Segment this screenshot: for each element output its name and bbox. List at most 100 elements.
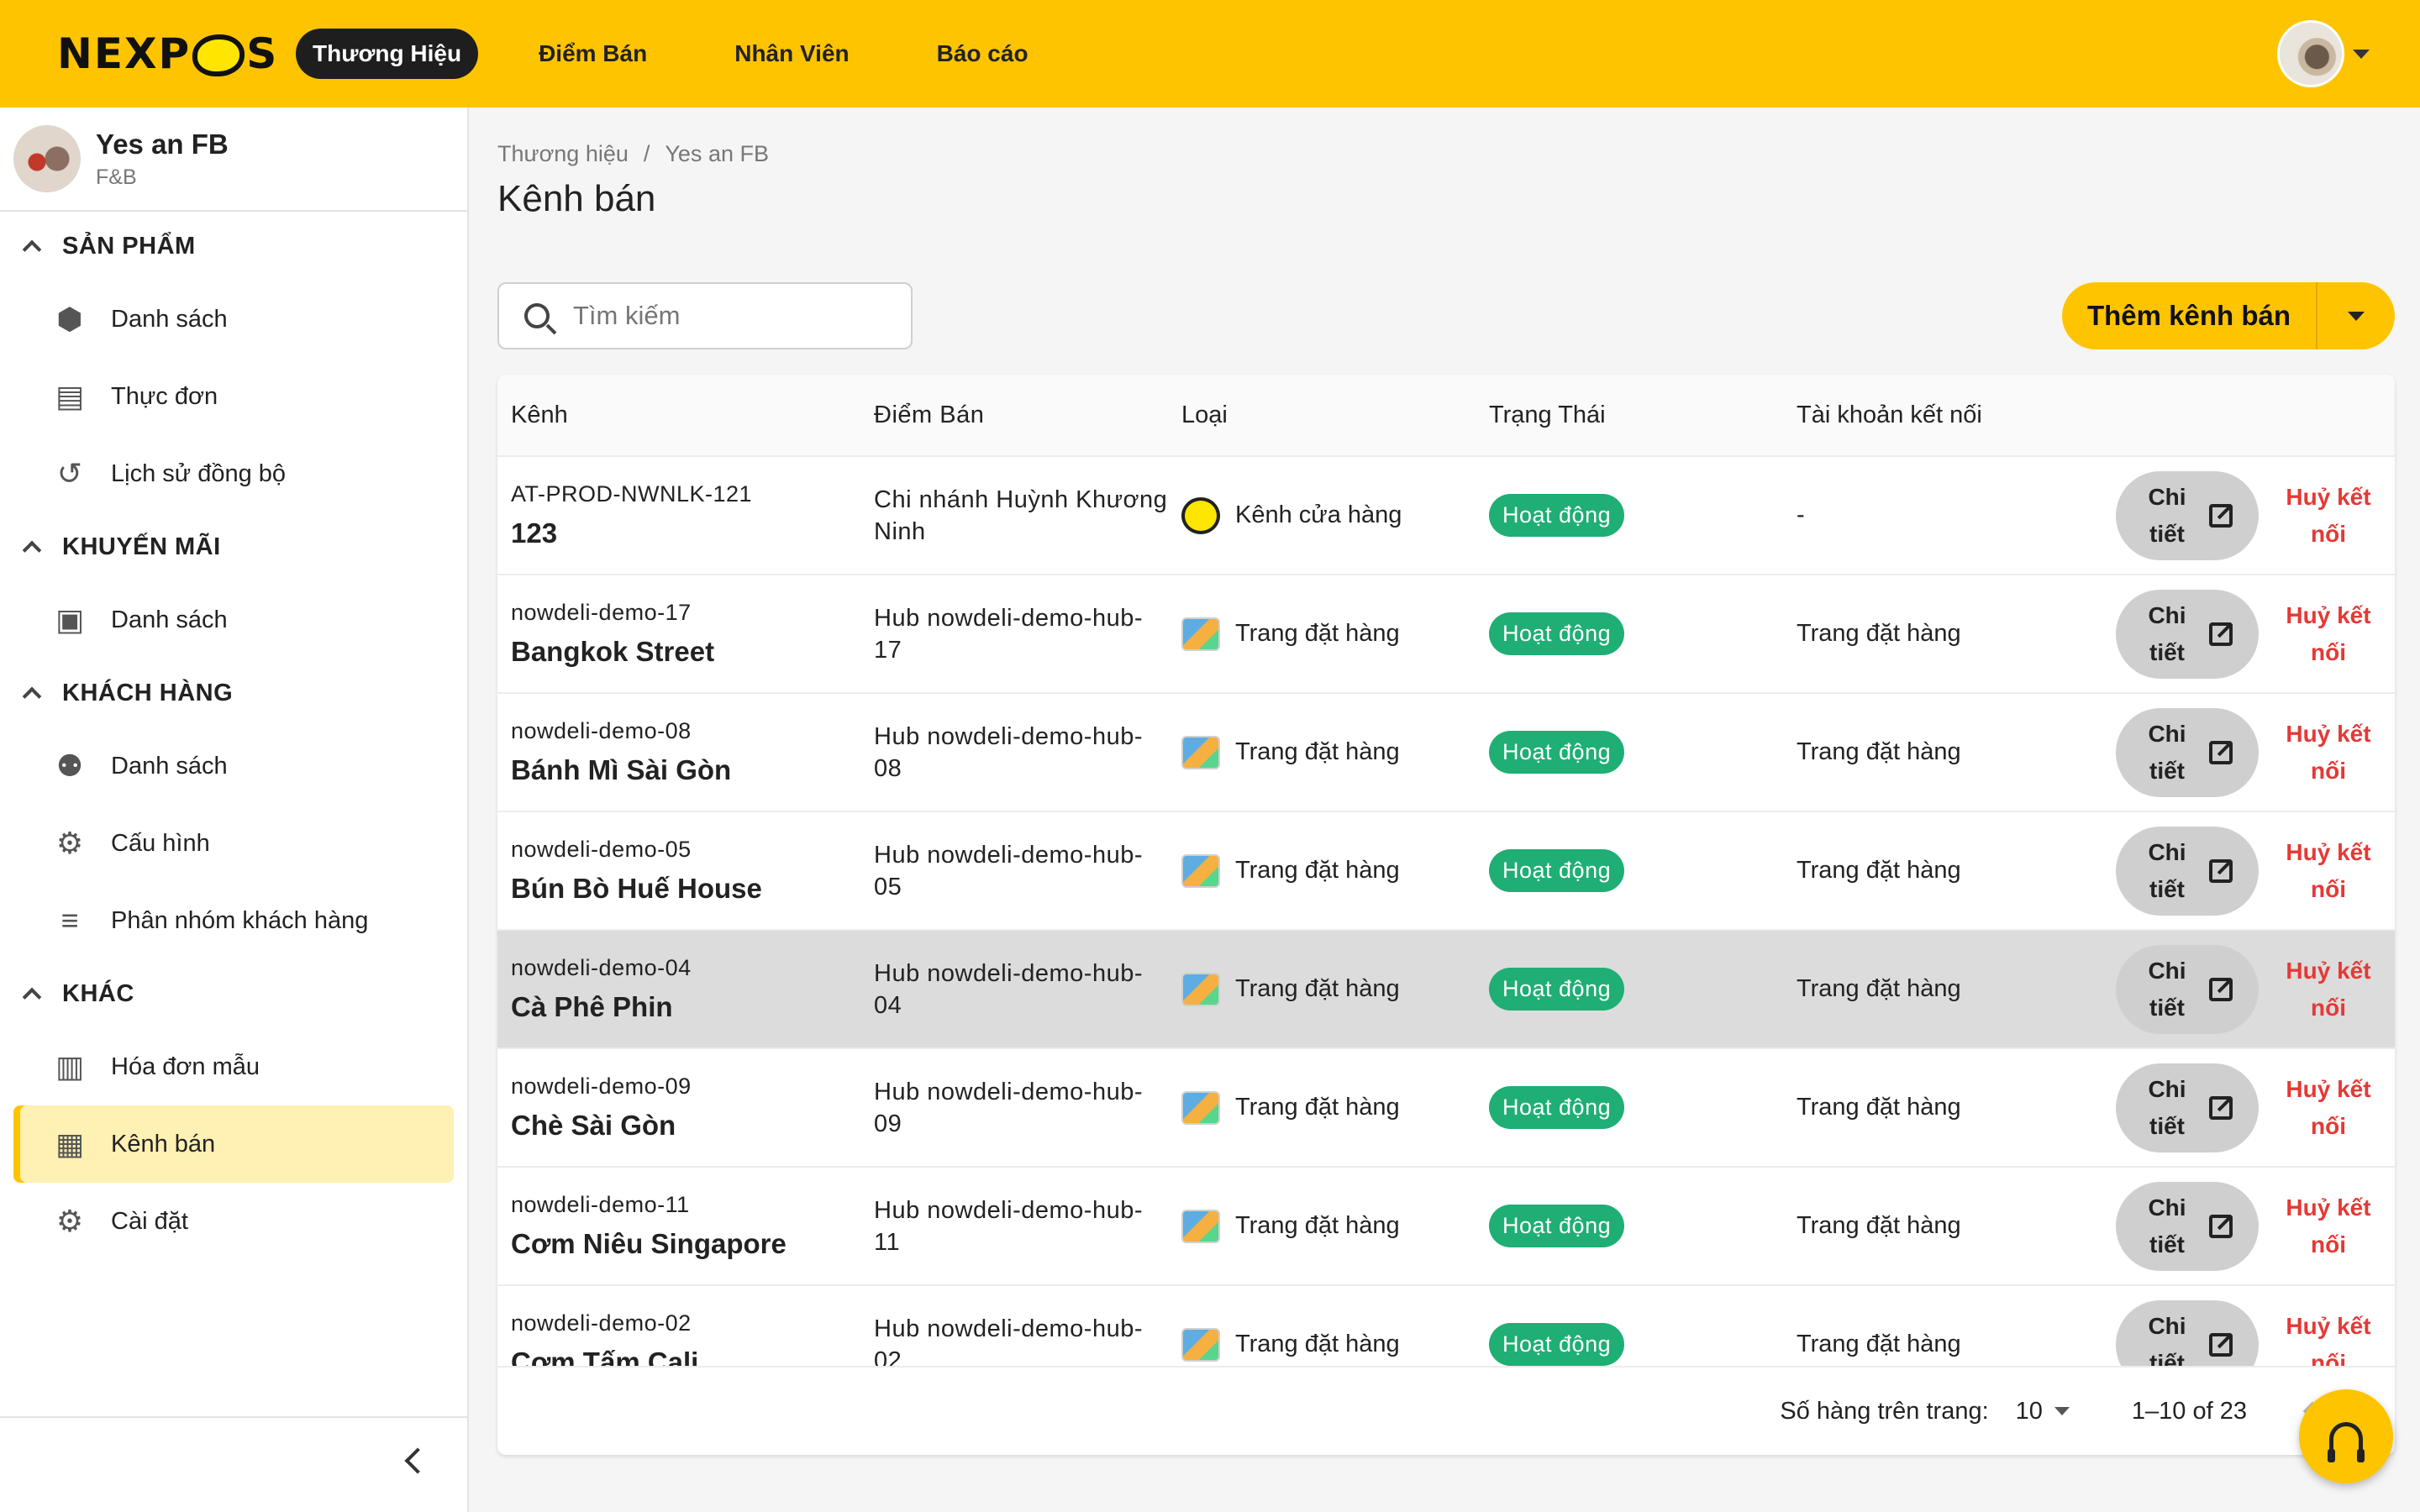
sidebar-item-danh-sach[interactable]: ▣ Danh sách <box>13 581 454 659</box>
order-page-icon <box>1181 1090 1220 1125</box>
store-cell: Hub nowdeli-demo-hub-05 <box>874 841 1143 900</box>
table-row[interactable]: nowdeli-demo-08 Bánh Mì Sài Gòn Hub nowdel… <box>497 692 2395 811</box>
detail-button[interactable]: Chi tiết <box>2116 1299 2259 1366</box>
sidebar-item-cai-dat[interactable]: ⚙ Cài đặt <box>13 1183 454 1260</box>
detail-button[interactable]: Chi tiết <box>2116 1181 2259 1271</box>
rows-per-page-value: 10 <box>2015 1397 2043 1425</box>
detail-button[interactable]: Chi tiết <box>2116 1063 2259 1152</box>
sidebar-item-kenh-ban[interactable]: ▦ Kênh bán <box>13 1105 454 1183</box>
type-label: Trang đặt hàng <box>1235 738 1400 765</box>
brand-header[interactable]: Yes an FB F&B <box>0 108 467 212</box>
detail-button[interactable]: Chi tiết <box>2116 589 2259 679</box>
unlink-button[interactable]: Huỷ kết nối <box>2282 834 2375 908</box>
sidebar-section-title: KHUYẾN MÃI <box>62 533 221 560</box>
user-avatar[interactable] <box>2277 20 2344 87</box>
table-row[interactable]: nowdeli-demo-04 Cà Phê Phin Hub nowdeli-de… <box>497 929 2395 1047</box>
detail-button[interactable]: Chi tiết <box>2116 944 2259 1034</box>
user-menu[interactable] <box>2277 20 2370 87</box>
store-cell: Chi nhánh Huỳnh Khương Ninh <box>874 486 1168 545</box>
unlink-button[interactable]: Huỷ kết nối <box>2282 597 2375 671</box>
store-cell: Hub nowdeli-demo-hub-11 <box>874 1196 1143 1256</box>
sidebar: Yes an FB F&B SẢN PHẨM ⬢ Danh sách ▤ Thực đơ… <box>0 108 469 1512</box>
type-label: Trang đặt hàng <box>1235 620 1400 647</box>
table-row[interactable]: AT-PROD-NWNLK-121 123 Chi nhánh Huỳnh Khươ… <box>497 455 2395 574</box>
type-label: Trang đặt hàng <box>1235 975 1400 1002</box>
sidebar-item-phan-nhom-khach-hang[interactable]: ≡ Phân nhóm khách hàng <box>13 882 454 959</box>
table-row[interactable]: nowdeli-demo-02 Cơm Tấm Cali Hub nowdeli-d… <box>497 1284 2395 1366</box>
account-cell: Trang đặt hàng <box>1797 1331 1961 1357</box>
search-box[interactable] <box>497 282 913 349</box>
channel-code: nowdeli-demo-05 <box>511 837 692 862</box>
unlink-button[interactable]: Huỷ kết nối <box>2282 1308 2375 1367</box>
channel-code: nowdeli-demo-09 <box>511 1074 692 1099</box>
sidebar-item-thuc-don[interactable]: ▤ Thực đơn <box>13 358 454 435</box>
table-row[interactable]: nowdeli-demo-05 Bún Bò Huế House Hub nowde… <box>497 811 2395 929</box>
open-external-icon <box>2209 622 2233 646</box>
storefront-icon: ▦ <box>55 1126 84 1161</box>
sidebar-item-lich-su-dong-bo[interactable]: ↺ Lịch sử đồng bộ <box>13 435 454 512</box>
search-input[interactable] <box>573 301 892 331</box>
settings-icon: ⚙ <box>55 1204 84 1238</box>
table-row[interactable]: nowdeli-demo-17 Bangkok Street Hub nowdeli… <box>497 574 2395 692</box>
detail-button[interactable]: Chi tiết <box>2116 826 2259 916</box>
sidebar-item-danh-sach[interactable]: ⚉ Danh sách <box>13 727 454 805</box>
store-channel-icon <box>1181 496 1220 534</box>
breadcrumb: Thương hiệu / Yes an FB <box>497 141 769 167</box>
nexpos-logo[interactable]: NEXP S <box>57 29 278 78</box>
store-cell: Hub nowdeli-demo-hub-17 <box>874 604 1143 664</box>
unlink-button[interactable]: Huỷ kết nối <box>2282 953 2375 1026</box>
channel-code: nowdeli-demo-04 <box>511 955 692 980</box>
collapse-sidebar-chevron-icon[interactable] <box>404 1447 431 1474</box>
add-channel-button[interactable]: Thêm kênh bán <box>2062 282 2317 349</box>
nav-tab-thuong-hieu[interactable]: Thương Hiệu <box>296 29 479 79</box>
unlink-button[interactable]: Huỷ kết nối <box>2282 1071 2375 1145</box>
open-external-icon <box>2209 977 2233 1001</box>
detail-button-label: Chi tiết <box>2148 483 2186 547</box>
sidebar-section-san-pham[interactable]: SẢN PHẨM <box>0 212 467 281</box>
channel-code: AT-PROD-NWNLK-121 <box>511 481 753 507</box>
open-external-icon <box>2209 1095 2233 1120</box>
unlink-button[interactable]: Huỷ kết nối <box>2282 716 2375 790</box>
order-page-icon <box>1181 1209 1220 1243</box>
rows-per-page-select[interactable]: 10 <box>2016 1398 2070 1425</box>
sidebar-item-label: Kênh bán <box>111 1130 216 1158</box>
gift-box-icon: ▣ <box>55 602 84 637</box>
brand-avatar <box>13 125 81 192</box>
unlink-button[interactable]: Huỷ kết nối <box>2282 1189 2375 1263</box>
nav-tab-diem-ban[interactable]: Điểm Bán <box>522 29 664 79</box>
channel-cell: nowdeli-demo-04 Cà Phê Phin <box>497 955 860 1023</box>
add-channel-dropdown-button[interactable] <box>2317 311 2395 321</box>
table-row[interactable]: nowdeli-demo-11 Cơm Niêu Singapore Hub now… <box>497 1166 2395 1284</box>
order-page-icon <box>1181 1327 1220 1362</box>
support-chat-button[interactable] <box>2299 1389 2393 1483</box>
headset-icon <box>2328 1422 2365 1462</box>
breadcrumb-current: Yes an FB <box>665 141 769 166</box>
actions-cell: Chi tiết Huỷ kết nối <box>2091 589 2395 679</box>
sidebar-item-danh-sach[interactable]: ⬢ Danh sách <box>13 281 454 358</box>
nav-tab-nhan-vien[interactable]: Nhân Viên <box>718 29 865 79</box>
detail-button[interactable]: Chi tiết <box>2116 707 2259 797</box>
sidebar-section-title: KHÁCH HÀNG <box>62 679 234 706</box>
sidebar-item-label: Cài đặt <box>111 1207 188 1235</box>
add-channel-split-button: Thêm kênh bán <box>2062 282 2395 349</box>
col-header-channel: Kênh <box>511 401 568 428</box>
status-badge: Hoạt động <box>1489 849 1625 892</box>
table-row[interactable]: nowdeli-demo-09 Chè Sài Gòn Hub nowdeli-de… <box>497 1047 2395 1166</box>
sidebar-section-khuyen-mai[interactable]: KHUYẾN MÃI <box>0 512 467 581</box>
sidebar-item-hoa-don-mau[interactable]: ▥ Hóa đơn mẫu <box>13 1028 454 1105</box>
detail-button[interactable]: Chi tiết <box>2116 470 2259 560</box>
sidebar-item-cau-hinh[interactable]: ⚙ Cấu hình <box>13 805 454 882</box>
breadcrumb-root[interactable]: Thương hiệu <box>497 141 629 166</box>
status-cell: Hoạt động <box>1476 849 1783 892</box>
chevron-down-icon[interactable] <box>2353 49 2370 59</box>
search-icon <box>524 303 550 328</box>
unlink-button[interactable]: Huỷ kết nối <box>2282 479 2375 553</box>
brand-category: F&B <box>96 165 137 189</box>
sidebar-section-khach-hang[interactable]: KHÁCH HÀNG <box>0 659 467 727</box>
type-cell: Trang đặt hàng <box>1168 972 1476 1006</box>
table-body[interactable]: AT-PROD-NWNLK-121 123 Chi nhánh Huỳnh Khươ… <box>497 455 2395 1366</box>
sidebar-section-khac[interactable]: KHÁC <box>0 959 467 1028</box>
nav-tab-bao-cao[interactable]: Báo cáo <box>920 29 1045 79</box>
store-cell: Hub nowdeli-demo-hub-08 <box>874 722 1143 782</box>
status-badge: Hoạt động <box>1489 731 1625 774</box>
